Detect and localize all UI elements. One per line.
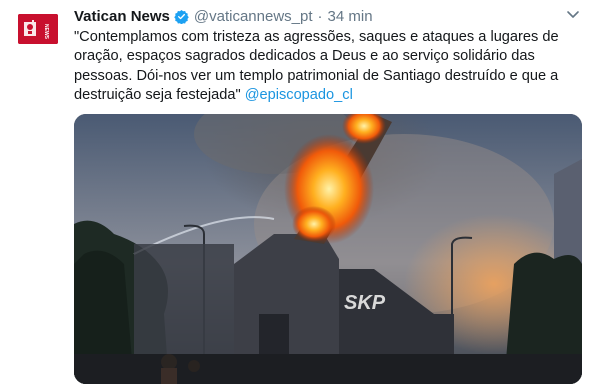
- graffiti-text: SKP: [344, 292, 386, 314]
- author-name[interactable]: Vatican News: [74, 8, 170, 25]
- person: [161, 368, 177, 384]
- avatar-text: NEWS: [43, 24, 49, 40]
- fire: [292, 206, 336, 242]
- building: [554, 159, 582, 264]
- separator: ·: [317, 7, 323, 25]
- chevron-down-icon[interactable]: [565, 6, 581, 22]
- avatar[interactable]: NEWS: [18, 14, 58, 44]
- person: [188, 360, 200, 372]
- mention-link[interactable]: @episcopado_cl: [245, 87, 353, 103]
- timestamp[interactable]: 34 min: [328, 8, 373, 25]
- verified-badge-icon: [174, 9, 189, 24]
- author-handle[interactable]: @vaticannews_pt: [194, 8, 313, 25]
- tweet-header: Vatican News @vaticannews_pt · 34 min: [74, 6, 373, 26]
- person: [161, 354, 177, 370]
- tweet-photo[interactable]: SKP: [74, 114, 582, 384]
- tweet-text: "Contemplamos com tristeza as agressões,…: [74, 28, 574, 105]
